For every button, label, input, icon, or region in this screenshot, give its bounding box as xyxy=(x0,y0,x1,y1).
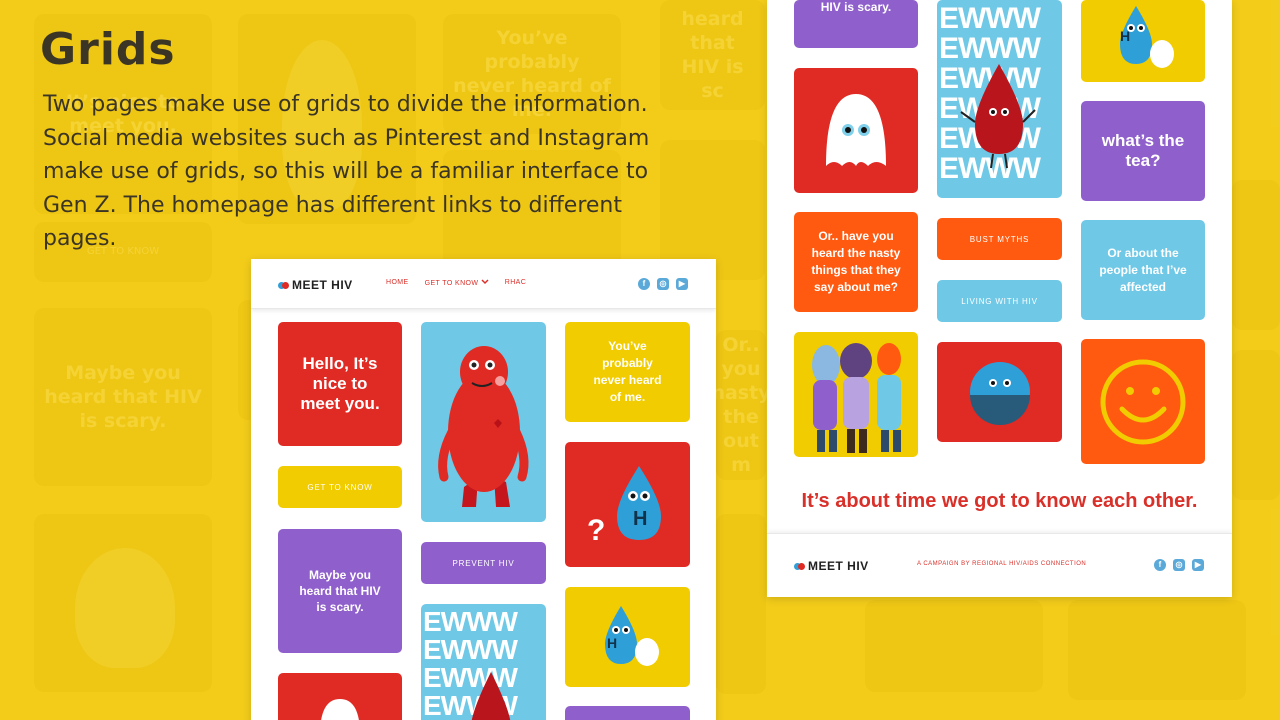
get-to-know-mockup: HIV is scary. Or.. have you heard the na… xyxy=(767,0,1232,597)
card-monster[interactable] xyxy=(421,322,546,522)
logo-mark-icon xyxy=(278,281,289,289)
card-ghost[interactable] xyxy=(794,68,918,193)
drop-letter: H xyxy=(1120,28,1131,44)
card-never-heard[interactable]: You’ve probably never heard of me. xyxy=(565,322,690,422)
card-drop-eggs[interactable]: H xyxy=(565,587,690,687)
logo-mark-icon xyxy=(794,562,805,570)
card-affected-text: Or about the people that I’ve affected xyxy=(1099,245,1187,294)
nav-get-to-know-label: GET TO KNOW xyxy=(424,280,479,287)
card-nasty[interactable]: Or.. have you heard the nasty things tha… xyxy=(794,212,918,312)
card-blue-ball[interactable] xyxy=(937,342,1062,442)
blue-drop-icon xyxy=(604,606,659,666)
homepage-mockup: MEET HIV HOME GET TO KNOW RHAC f ◎ ▶ Hel… xyxy=(251,259,716,720)
prevent-hiv-button[interactable]: PREVENT HIV xyxy=(421,542,546,584)
youtube-icon[interactable]: ▶ xyxy=(1192,559,1204,571)
blue-drop-icon xyxy=(1120,6,1174,68)
smiley-icon xyxy=(1100,359,1186,444)
drop-letter: H xyxy=(633,508,648,530)
chevron-down-icon xyxy=(481,279,489,287)
people-illustration-icon xyxy=(812,342,901,453)
footer-campaign-text: A CAMPAIGN BY REGIONAL HIV/AIDS CONNECTI… xyxy=(917,561,1087,567)
ewww-line: EWWW xyxy=(939,2,1041,35)
logo-text: MEET HIV xyxy=(292,278,353,292)
card-affected[interactable]: Or about the people that I’ve affected xyxy=(1081,220,1205,320)
get-to-know-button[interactable]: GET TO KNOW xyxy=(278,466,402,508)
footer-logo-text: MEET HIV xyxy=(808,559,869,573)
instagram-icon[interactable]: ◎ xyxy=(657,278,669,290)
ewww-line: EWWW xyxy=(939,32,1041,65)
red-monster-icon xyxy=(437,346,528,507)
card-maybe[interactable]: Maybe you heard that HIV is scary. xyxy=(278,529,402,653)
card-ewww[interactable]: EWWW EWWW EWWW EWWW EWWW EWWW xyxy=(937,0,1062,198)
ghost-icon xyxy=(826,93,886,166)
facebook-icon[interactable]: f xyxy=(638,278,650,290)
card-hello-text: Hello, It’s nice to meet you. xyxy=(300,354,380,413)
card-nasty-text: Or.. have you heard the nasty things tha… xyxy=(811,229,901,294)
card-scary-text: HIV is scary. xyxy=(820,0,892,14)
navbar: MEET HIV HOME GET TO KNOW RHAC f ◎ ▶ xyxy=(251,259,716,309)
card-smiley[interactable] xyxy=(1081,339,1205,464)
blue-ball-icon xyxy=(969,362,1030,425)
card-hello[interactable]: Hello, It’s nice to meet you. xyxy=(278,322,402,446)
card-never-heard-text: You’ve probably never heard of me. xyxy=(593,339,662,404)
card-drop-question[interactable]: ? H xyxy=(565,442,690,567)
bust-myths-button[interactable]: BUST MYTHS xyxy=(937,218,1062,260)
social-icons: f ◎ ▶ xyxy=(638,278,688,290)
nav-home[interactable]: HOME xyxy=(386,279,409,287)
blue-drop-icon xyxy=(617,466,661,540)
drop-letter: H xyxy=(607,635,618,651)
card-people[interactable] xyxy=(794,332,918,457)
card-drop-eggs[interactable]: H xyxy=(1081,0,1205,82)
ghost-icon xyxy=(321,699,359,720)
slide-description: Two pages make use of grids to divide th… xyxy=(43,92,650,251)
youtube-icon[interactable]: ▶ xyxy=(676,278,688,290)
footer: MEET HIV A CAMPAIGN BY REGIONAL HIV/AIDS… xyxy=(767,533,1232,597)
nav-get-to-know[interactable]: GET TO KNOW xyxy=(425,279,489,287)
ewww-line: EWWW xyxy=(423,606,518,637)
nav-rhac[interactable]: RHAC xyxy=(505,279,526,287)
logo[interactable]: MEET HIV xyxy=(278,278,353,292)
card-maybe-text: Maybe you heard that HIV is scary. xyxy=(299,568,381,614)
card-tea[interactable]: what’s the tea? xyxy=(1081,101,1205,201)
nav-links: HOME GET TO KNOW RHAC xyxy=(386,279,526,287)
red-drop-icon xyxy=(960,64,1036,169)
card-tea-text: what’s the tea? xyxy=(1101,131,1185,170)
slide-title: Grids xyxy=(40,24,176,75)
red-drop-icon xyxy=(471,672,511,720)
card-purple-bottom[interactable] xyxy=(565,706,690,720)
ewww-line: EWWW xyxy=(423,634,518,665)
facebook-icon[interactable]: f xyxy=(1154,559,1166,571)
footer-logo[interactable]: MEET HIV xyxy=(794,559,869,573)
instagram-icon[interactable]: ◎ xyxy=(1173,559,1185,571)
tagline: It’s about time we got to know each othe… xyxy=(801,490,1198,512)
card-ghost[interactable] xyxy=(278,673,402,720)
card-scary[interactable]: HIV is scary. xyxy=(794,0,918,48)
living-with-hiv-button[interactable]: LIVING WITH HIV xyxy=(937,280,1062,322)
footer-social-icons: f ◎ ▶ xyxy=(1154,559,1204,571)
question-mark: ? xyxy=(587,514,606,547)
card-ewww[interactable]: EWWW EWWW EWWW EWWW xyxy=(421,604,546,720)
